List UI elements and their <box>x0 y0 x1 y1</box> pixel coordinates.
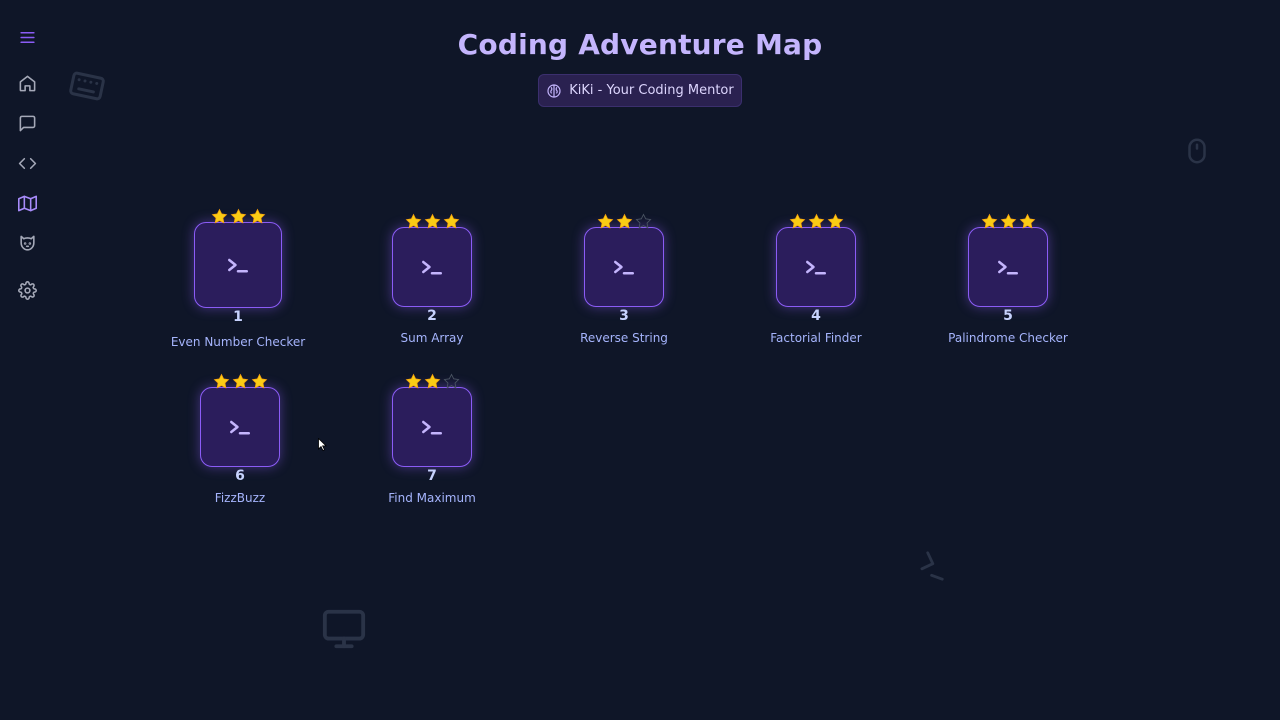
terminal-icon <box>422 420 442 435</box>
level-number: 1 <box>233 309 243 325</box>
cat-icon[interactable] <box>15 231 39 255</box>
level-tile[interactable] <box>584 227 664 307</box>
level-stars <box>938 213 1078 231</box>
mentor-button[interactable]: KiKi - Your Coding Mentor <box>538 74 742 107</box>
level-stars <box>362 373 502 391</box>
brain-icon <box>547 83 561 98</box>
star-filled-icon <box>424 213 441 231</box>
terminal-icon <box>614 260 634 275</box>
level-number: 2 <box>427 308 437 324</box>
star-filled-icon <box>405 373 422 391</box>
level-number: 6 <box>235 468 245 484</box>
level-name[interactable]: Find Maximum <box>362 491 502 505</box>
star-filled-icon <box>211 208 228 226</box>
star-empty-icon <box>635 213 652 231</box>
star-filled-icon <box>981 213 998 231</box>
level-card[interactable]: 5 Palindrome Checker <box>938 213 1078 345</box>
chat-icon[interactable] <box>15 111 39 135</box>
star-filled-icon <box>1019 213 1036 231</box>
sidebar <box>0 0 54 720</box>
level-number: 5 <box>1003 308 1013 324</box>
star-filled-icon <box>597 213 614 231</box>
level-name[interactable]: Even Number Checker <box>168 335 308 349</box>
level-tile[interactable] <box>392 387 472 467</box>
monitor-icon <box>320 606 368 656</box>
star-filled-icon <box>213 373 230 391</box>
level-tile[interactable] <box>392 227 472 307</box>
mentor-label: KiKi - Your Coding Mentor <box>569 83 734 98</box>
mouse-icon <box>1182 134 1212 172</box>
star-empty-icon <box>443 373 460 391</box>
star-filled-icon <box>251 373 268 391</box>
level-stars <box>168 208 308 226</box>
level-card[interactable]: 6 FizzBuzz <box>170 373 310 505</box>
level-number: 3 <box>619 308 629 324</box>
gear-icon[interactable] <box>15 278 39 302</box>
terminal-deco-icon <box>918 546 952 590</box>
level-tile[interactable] <box>776 227 856 307</box>
level-card[interactable]: 3 Reverse String <box>554 213 694 345</box>
level-tile[interactable] <box>968 227 1048 307</box>
level-name[interactable]: Factorial Finder <box>746 331 886 345</box>
page-title: Coding Adventure Map <box>457 28 823 61</box>
keyboard-icon <box>66 68 108 108</box>
terminal-icon <box>998 260 1018 275</box>
level-stars <box>554 213 694 231</box>
level-stars <box>746 213 886 231</box>
star-filled-icon <box>789 213 806 231</box>
star-filled-icon <box>230 208 247 226</box>
level-number: 4 <box>811 308 821 324</box>
level-tile[interactable] <box>200 387 280 467</box>
terminal-icon <box>228 258 248 273</box>
home-icon[interactable] <box>15 71 39 95</box>
level-card[interactable]: 1 Even Number Checker <box>168 208 308 349</box>
level-number: 7 <box>427 468 437 484</box>
star-filled-icon <box>443 213 460 231</box>
star-filled-icon <box>1000 213 1017 231</box>
level-stars <box>362 213 502 231</box>
star-filled-icon <box>424 373 441 391</box>
level-card[interactable]: 7 Find Maximum <box>362 373 502 505</box>
star-filled-icon <box>808 213 825 231</box>
mouse-cursor-icon <box>318 436 327 455</box>
level-card[interactable]: 2 Sum Array <box>362 213 502 345</box>
map-icon[interactable] <box>15 191 39 215</box>
star-filled-icon <box>616 213 633 231</box>
level-name[interactable]: Reverse String <box>554 331 694 345</box>
level-name[interactable]: FizzBuzz <box>170 491 310 505</box>
level-tile[interactable] <box>194 222 282 308</box>
level-name[interactable]: Sum Array <box>362 331 502 345</box>
level-card[interactable]: 4 Factorial Finder <box>746 213 886 345</box>
code-icon[interactable] <box>15 151 39 175</box>
terminal-icon <box>422 260 442 275</box>
star-filled-icon <box>405 213 422 231</box>
star-filled-icon <box>827 213 844 231</box>
terminal-icon <box>230 420 250 435</box>
star-filled-icon <box>249 208 266 226</box>
terminal-icon <box>806 260 826 275</box>
level-name[interactable]: Palindrome Checker <box>938 331 1078 345</box>
star-filled-icon <box>232 373 249 391</box>
level-stars <box>170 373 310 391</box>
